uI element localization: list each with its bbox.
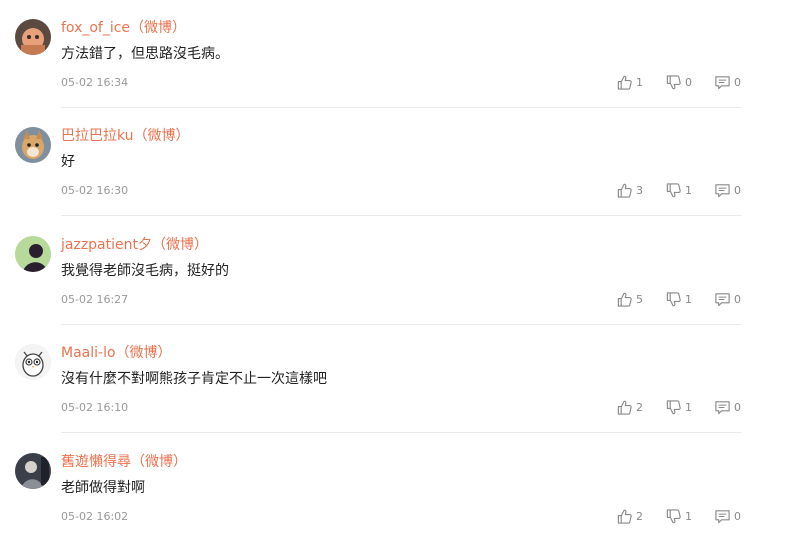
comment-text: 老師做得對啊 [61, 480, 145, 496]
comment-bubble-icon [714, 182, 734, 199]
comment-username[interactable]: fox_of_ice（微博） [61, 17, 186, 37]
comment-timestamp: 05-02 16:02 [61, 510, 129, 523]
like-button[interactable]: 3 [616, 181, 643, 199]
comment-item: Maali-lo（微博） 沒有什麼不對啊熊孩子肯定不止一次這樣吧 05-02 16:… [0, 325, 800, 433]
thumbs-down-icon [665, 399, 685, 416]
comment-username[interactable]: 巴拉巴拉ku（微博） [61, 125, 190, 145]
comment-timestamp: 05-02 16:10 [61, 401, 129, 414]
comment-bubble-icon [714, 508, 734, 525]
avatar[interactable] [15, 236, 51, 272]
dislike-count: 1 [685, 292, 692, 306]
dislike-count: 1 [685, 183, 692, 197]
thumbs-down-icon [665, 182, 685, 199]
like-count: 2 [636, 400, 643, 414]
comment-item: 巴拉巴拉ku（微博） 好 05-02 16:30 3 1 0 [0, 108, 800, 216]
divider [61, 215, 742, 216]
thumbs-up-icon [616, 74, 636, 91]
thumbs-up-icon [616, 508, 636, 525]
dislike-button[interactable]: 1 [665, 398, 692, 416]
like-count: 2 [636, 509, 643, 523]
comment-text: 方法錯了，但思路沒毛病。 [61, 46, 229, 62]
dislike-button[interactable]: 1 [665, 507, 692, 525]
dislike-count: 1 [685, 400, 692, 414]
avatar[interactable] [15, 19, 51, 55]
like-button[interactable]: 1 [616, 73, 643, 91]
thumbs-down-icon [665, 74, 685, 91]
thumbs-down-icon [665, 291, 685, 308]
divider [61, 432, 742, 433]
comment-timestamp: 05-02 16:27 [61, 293, 129, 306]
thumbs-up-icon [616, 182, 636, 199]
reply-count: 0 [734, 292, 741, 306]
avatar[interactable] [15, 453, 51, 489]
comment-bubble-icon [714, 291, 734, 308]
thumbs-down-icon [665, 508, 685, 525]
reply-button[interactable]: 0 [714, 73, 741, 91]
dislike-count: 1 [685, 509, 692, 523]
dislike-count: 0 [685, 75, 692, 89]
comment-username[interactable]: Maali-lo（微博） [61, 342, 172, 362]
reply-button[interactable]: 0 [714, 181, 741, 199]
comment-item: jazzpatient夕（微博） 我覺得老師沒毛病，挺好的 05-02 16:27 5… [0, 217, 800, 325]
like-count: 3 [636, 183, 643, 197]
comment-text: 好 [61, 154, 75, 170]
comment-username[interactable]: 舊遊懶得尋（微博） [61, 451, 187, 471]
like-button[interactable]: 5 [616, 290, 643, 308]
comment-item: fox_of_ice（微博） 方法錯了，但思路沒毛病。 05-02 16:34 1 0 0 [0, 0, 800, 108]
reply-count: 0 [734, 400, 741, 414]
comment-bubble-icon [714, 399, 734, 416]
comment-bubble-icon [714, 74, 734, 91]
dislike-button[interactable]: 1 [665, 290, 692, 308]
comment-text: 我覺得老師沒毛病，挺好的 [61, 263, 229, 279]
like-count: 5 [636, 292, 643, 306]
avatar[interactable] [15, 344, 51, 380]
comment-username[interactable]: jazzpatient夕（微博） [61, 234, 208, 254]
like-button[interactable]: 2 [616, 398, 643, 416]
like-button[interactable]: 2 [616, 507, 643, 525]
reply-count: 0 [734, 509, 741, 523]
avatar[interactable] [15, 127, 51, 163]
comment-timestamp: 05-02 16:30 [61, 184, 129, 197]
thumbs-up-icon [616, 291, 636, 308]
reply-button[interactable]: 0 [714, 290, 741, 308]
comment-text: 沒有什麼不對啊熊孩子肯定不止一次這樣吧 [61, 371, 327, 387]
reply-count: 0 [734, 183, 741, 197]
dislike-button[interactable]: 1 [665, 181, 692, 199]
dislike-button[interactable]: 0 [665, 73, 692, 91]
like-count: 1 [636, 75, 643, 89]
reply-button[interactable]: 0 [714, 507, 741, 525]
reply-count: 0 [734, 75, 741, 89]
comment-item: 舊遊懶得尋（微博） 老師做得對啊 05-02 16:02 2 1 0 [0, 434, 800, 542]
reply-button[interactable]: 0 [714, 398, 741, 416]
thumbs-up-icon [616, 399, 636, 416]
comment-list: fox_of_ice（微博） 方法錯了，但思路沒毛病。 05-02 16:34 1 0 0… [0, 0, 800, 530]
comment-timestamp: 05-02 16:34 [61, 76, 129, 89]
